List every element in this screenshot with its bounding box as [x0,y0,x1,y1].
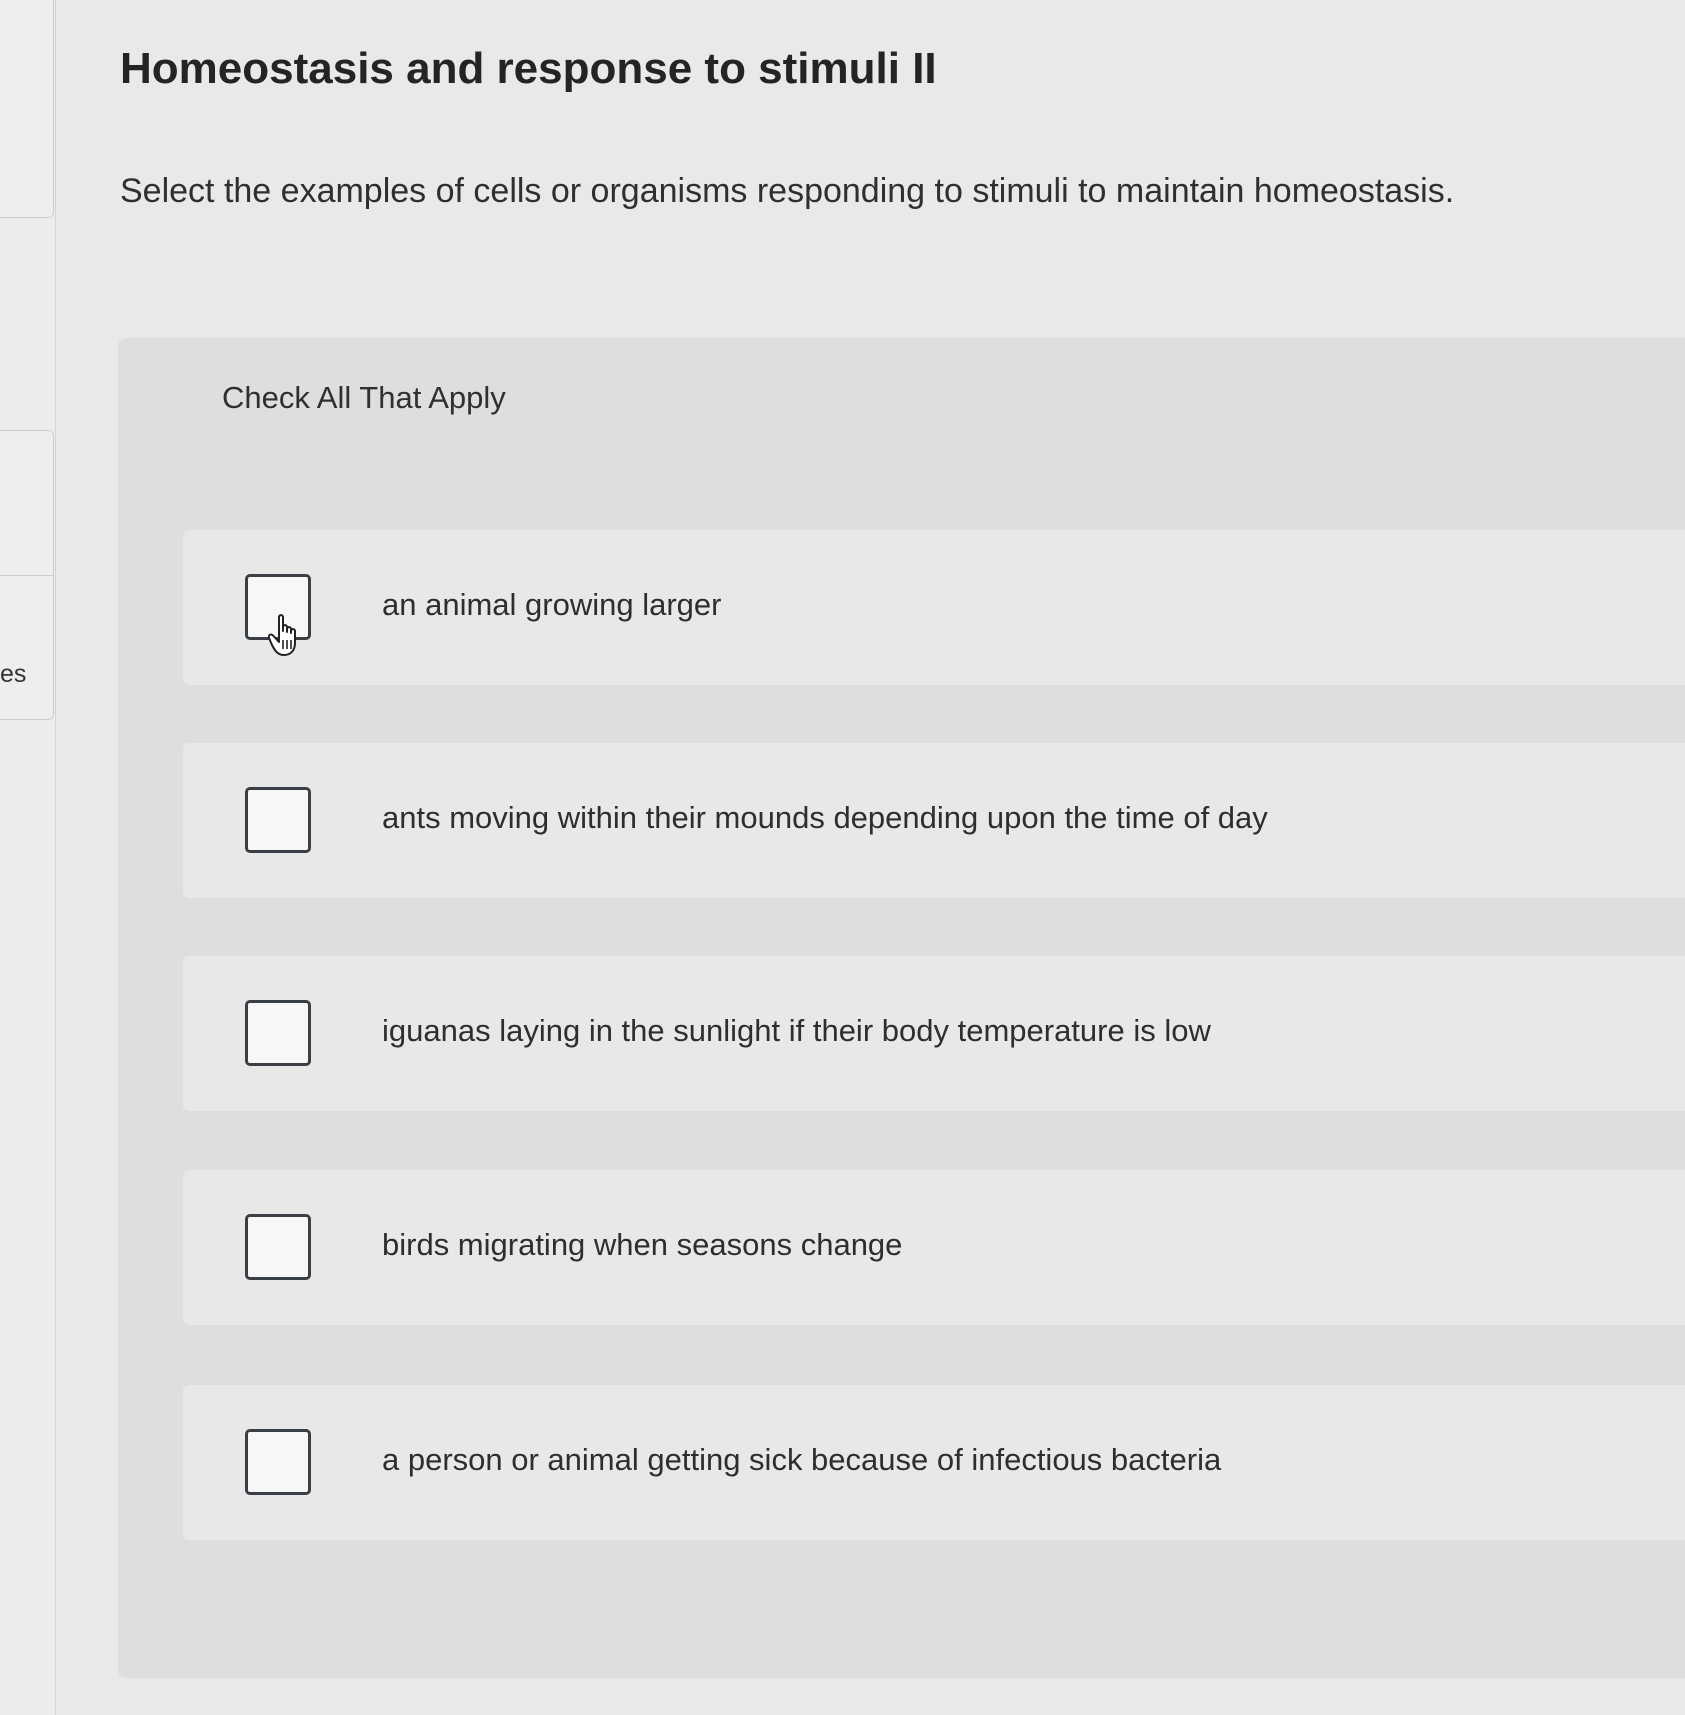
option-row-sick-bacteria[interactable]: a person or animal getting sick because … [183,1385,1685,1540]
left-rail: es [0,0,56,1715]
rail-panel-top[interactable] [0,0,54,218]
check-all-instructions: Check All That Apply [222,380,506,415]
page-title: Homeostasis and response to stimuli II [120,44,937,93]
option-checkbox[interactable] [245,1429,311,1495]
option-row-iguanas-sunlight[interactable]: iguanas laying in the sunlight if their … [183,956,1685,1111]
rail-panel-bottom[interactable] [0,575,54,720]
option-label[interactable]: iguanas laying in the sunlight if their … [382,1013,1211,1049]
option-row-ants-moving[interactable]: ants moving within their mounds dependin… [183,743,1685,898]
option-row-birds-migrating[interactable]: birds migrating when seasons change [183,1170,1685,1325]
rail-partial-label: es [0,660,27,688]
option-checkbox[interactable] [245,1214,311,1280]
option-label[interactable]: ants moving within their mounds dependin… [382,800,1268,836]
option-checkbox[interactable] [245,1000,311,1066]
question-prompt: Select the examples of cells or organism… [120,172,1455,210]
option-checkbox[interactable] [245,787,311,853]
option-label[interactable]: a person or animal getting sick because … [382,1442,1221,1478]
option-label[interactable]: an animal growing larger [382,587,721,623]
hand-pointer-icon [268,614,296,656]
option-row-animal-growing[interactable]: an animal growing larger [183,530,1685,685]
rail-panel-middle[interactable] [0,430,54,578]
option-label[interactable]: birds migrating when seasons change [382,1227,902,1263]
